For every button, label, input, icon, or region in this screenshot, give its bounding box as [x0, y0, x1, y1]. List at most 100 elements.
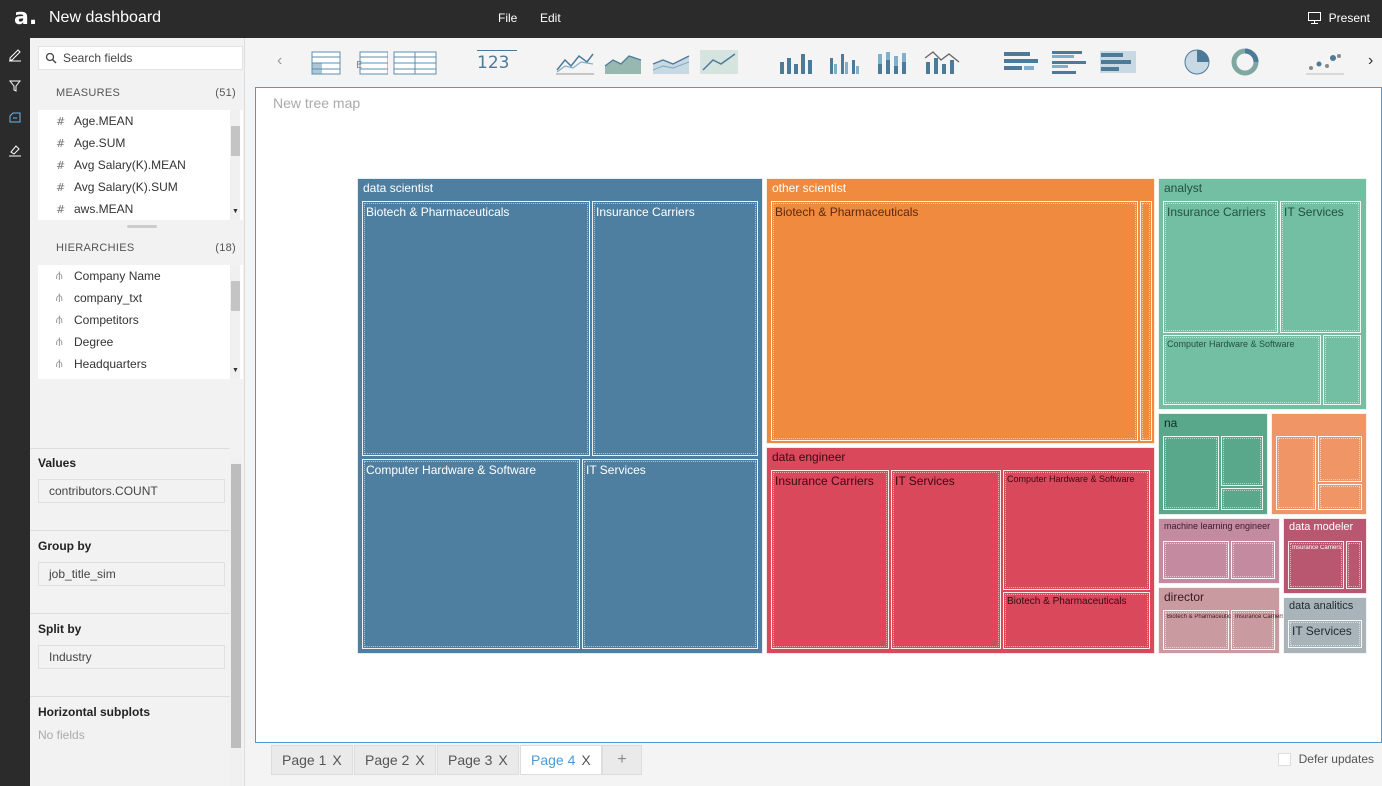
hierarchy-item[interactable]: ⫛ Competitors	[38, 309, 243, 331]
treemap-cell[interactable]: Computer Hardware & Software	[1003, 470, 1150, 590]
treemap-group-data-engineer[interactable]: data engineer Insurance Carriers IT Serv…	[766, 447, 1155, 654]
line-chart-icon[interactable]	[555, 48, 595, 76]
bar-chart-icon[interactable]	[1002, 48, 1042, 76]
menu-edit[interactable]: Edit	[540, 11, 561, 25]
hierarchy-item[interactable]: ⫛ Company Name	[38, 265, 243, 287]
clustered-column-icon[interactable]	[827, 48, 867, 76]
groupby-field[interactable]: job_title_sim	[38, 562, 225, 586]
treemap-cell[interactable]	[1276, 436, 1316, 510]
hierarchies-scrollbar[interactable]: ▼	[230, 265, 240, 379]
treemap-group-data-modeler[interactable]: data modeler Insurance Carriers	[1283, 518, 1367, 594]
treemap-group-analyst[interactable]: analyst Insurance Carriers IT Services C…	[1158, 178, 1367, 410]
close-icon[interactable]: X	[332, 752, 341, 768]
pivot-table-icon[interactable]: E	[356, 48, 388, 76]
area-chart-icon[interactable]	[603, 48, 643, 76]
scroll-down-arrow[interactable]: ▼	[232, 208, 239, 215]
close-icon[interactable]: X	[415, 752, 424, 768]
measures-scroll-thumb[interactable]	[231, 126, 240, 156]
treemap-cell[interactable]: Insurance Carriers	[1163, 201, 1278, 333]
pie-chart-icon[interactable]	[1181, 48, 1213, 76]
style-icon[interactable]	[7, 142, 23, 158]
measure-item[interactable]: # Avg Salary(K).MEAN	[38, 154, 243, 176]
treemap-group-director[interactable]: director Biotech & Pharmaceuticals Insur…	[1158, 587, 1284, 654]
treemap-cell[interactable]: Insurance Carriers	[592, 201, 758, 456]
treemap-cell[interactable]: IT Services	[891, 470, 1001, 649]
measure-item[interactable]: # Age.MEAN	[38, 110, 243, 132]
treemap-cell[interactable]	[1318, 484, 1362, 510]
treemap-cell[interactable]	[1140, 201, 1152, 441]
dashboard-title[interactable]: New dashboard	[49, 9, 161, 27]
menu-file[interactable]: File	[498, 11, 517, 25]
treemap-cell[interactable]	[1323, 335, 1361, 405]
kpi-icon[interactable]: 123	[477, 50, 517, 78]
scatter-plot-icon[interactable]	[1305, 48, 1345, 76]
hierarchy-item[interactable]: ⫛ company_txt	[38, 287, 243, 309]
treemap-group-other-scientist[interactable]: other scientist Biotech & Pharmaceutical…	[766, 178, 1155, 444]
widget-icon[interactable]	[7, 110, 23, 126]
treemap-cell[interactable]: Insurance Carriers	[1231, 610, 1284, 650]
donut-chart-icon[interactable]	[1229, 48, 1261, 76]
treemap-group-unlabeled[interactable]	[1271, 413, 1367, 515]
panels-scrollbar[interactable]	[230, 458, 242, 786]
pencil-icon[interactable]	[7, 46, 23, 62]
scroll-left-icon[interactable]: ‹	[277, 52, 282, 70]
panels-scroll-thumb[interactable]	[231, 464, 241, 748]
treemap-cell[interactable]	[1231, 541, 1275, 579]
resize-handle[interactable]	[127, 225, 157, 228]
treemap-cell[interactable]	[1221, 488, 1263, 510]
measure-item[interactable]: # Age.SUM	[38, 132, 243, 154]
treemap-cell[interactable]: Biotech & Pharmaceuticals	[1163, 610, 1239, 650]
grid-table-icon[interactable]	[393, 48, 437, 76]
scroll-right-icon[interactable]: ›	[1368, 52, 1373, 70]
hierarchy-item[interactable]: ⫛ Degree	[38, 331, 243, 353]
treemap-cell[interactable]: IT Services	[1280, 201, 1361, 333]
treemap-group-data-scientist[interactable]: data scientist Biotech & Pharmaceuticals…	[357, 178, 763, 654]
hierarchies-scroll-thumb[interactable]	[231, 281, 240, 311]
measures-scrollbar[interactable]: ▼	[230, 110, 240, 220]
treemap-cell[interactable]: IT Services	[582, 459, 758, 649]
stacked-bar-icon[interactable]	[1098, 48, 1138, 76]
treemap-group-na[interactable]: na	[1158, 413, 1268, 515]
table-icon[interactable]	[310, 48, 342, 76]
tab-page-4[interactable]: Page 4 X	[520, 745, 602, 775]
present-button[interactable]: Present	[1307, 11, 1370, 25]
defer-updates[interactable]: Defer updates	[1277, 752, 1374, 766]
scroll-down-arrow[interactable]: ▼	[232, 367, 239, 374]
search-box[interactable]	[38, 46, 243, 70]
hierarchies-header[interactable]: HIERARCHIES (18)	[56, 242, 236, 254]
values-field[interactable]: contributors.COUNT	[38, 479, 225, 503]
tab-page-3[interactable]: Page 3 X	[437, 745, 519, 775]
widget-title[interactable]: New tree map	[273, 95, 360, 111]
treemap-cell[interactable]	[1346, 541, 1362, 589]
treemap-cell[interactable]: Insurance Carriers	[1288, 541, 1344, 589]
close-icon[interactable]: X	[581, 752, 590, 768]
column-chart-icon[interactable]	[777, 48, 817, 76]
clustered-bar-icon[interactable]	[1050, 48, 1090, 76]
measure-item[interactable]: # aws.MEAN	[38, 198, 243, 220]
treemap-cell[interactable]: Biotech & Pharmaceuticals	[362, 201, 590, 456]
tab-page-2[interactable]: Page 2 X	[354, 745, 436, 775]
treemap-cell[interactable]: Computer Hardware & Software	[1163, 335, 1321, 405]
widget-canvas[interactable]: New tree map data scientist Biotech & Ph…	[255, 87, 1382, 743]
tab-page-1[interactable]: Page 1 X	[271, 745, 353, 775]
app-logo[interactable]: a.	[14, 7, 40, 30]
stacked-column-icon[interactable]	[875, 48, 915, 76]
treemap-cell[interactable]	[1163, 436, 1219, 510]
treemap-cell[interactable]: Computer Hardware & Software	[362, 459, 580, 649]
combo-chart-icon[interactable]	[923, 48, 963, 76]
line-area-icon[interactable]	[699, 48, 739, 76]
defer-updates-checkbox[interactable]	[1277, 752, 1291, 766]
treemap-cell[interactable]	[1318, 436, 1362, 482]
treemap-cell[interactable]	[1163, 541, 1229, 579]
measures-header[interactable]: MEASURES (51)	[56, 87, 236, 99]
treemap-cell[interactable]	[1221, 436, 1263, 486]
hierarchy-item[interactable]: ⫛ Headquarters	[38, 353, 243, 375]
treemap-cell[interactable]: Biotech & Pharmaceuticals	[771, 201, 1138, 441]
treemap-group-data-analitics[interactable]: data analitics IT Services	[1283, 597, 1367, 654]
stacked-area-icon[interactable]	[651, 48, 691, 76]
filter-icon[interactable]	[7, 78, 23, 94]
add-page-button[interactable]: +	[602, 745, 642, 775]
splitby-field[interactable]: Industry	[38, 645, 225, 669]
treemap-cell[interactable]: Insurance Carriers	[771, 470, 889, 649]
treemap-cell[interactable]: Biotech & Pharmaceuticals	[1003, 592, 1150, 649]
